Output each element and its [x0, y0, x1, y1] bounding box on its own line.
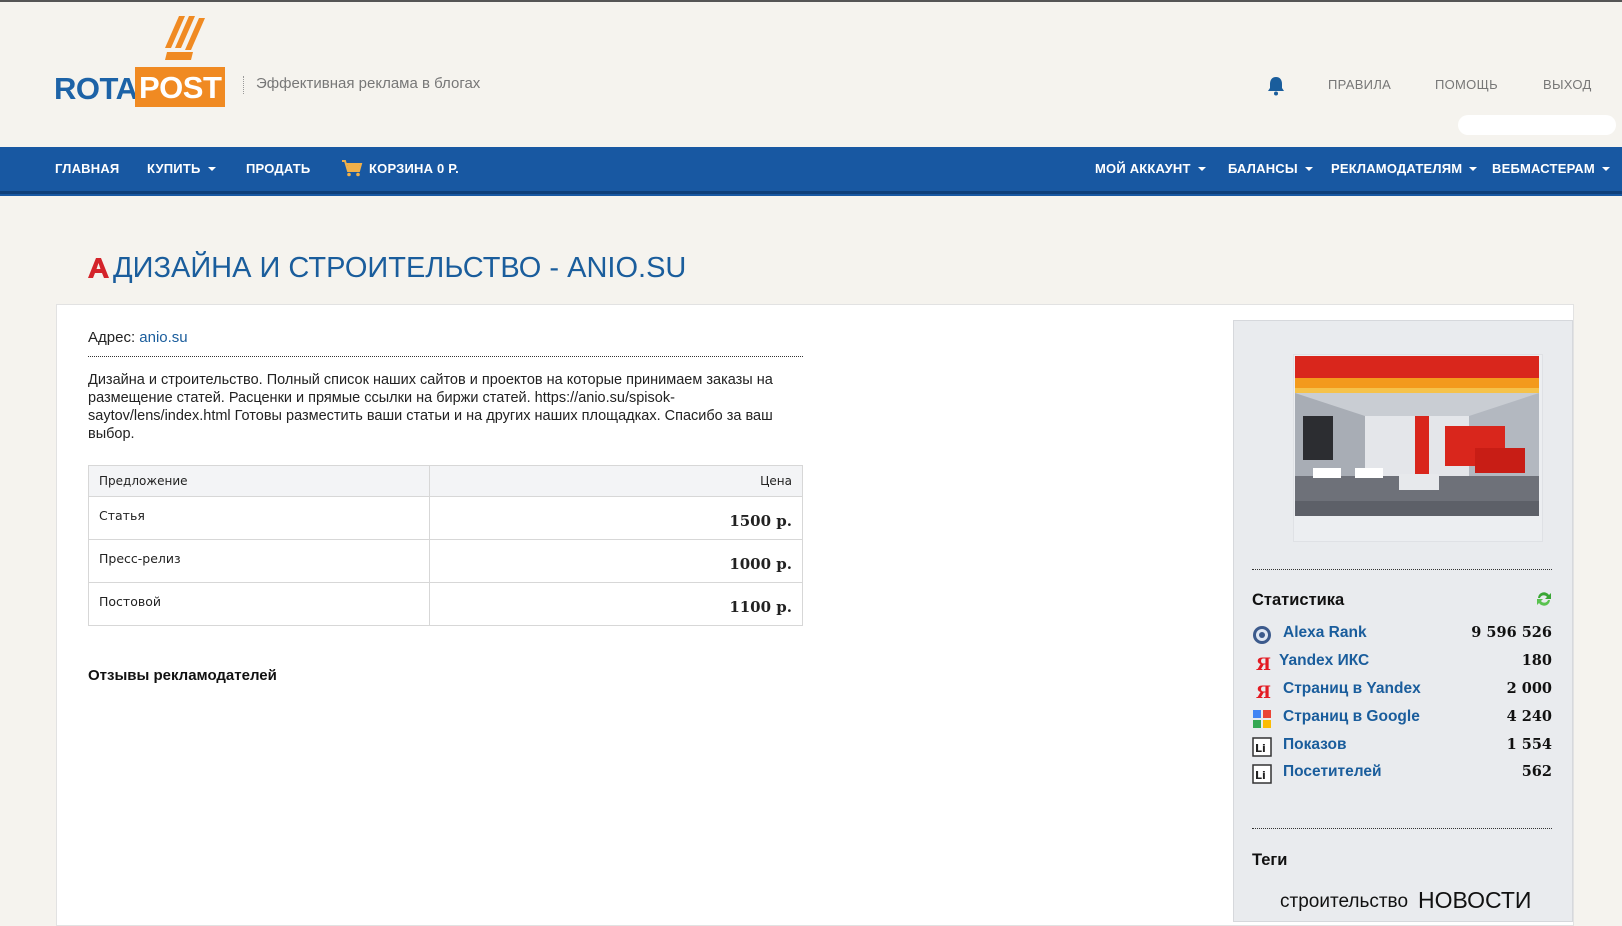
offer-price: 1100 р. — [429, 582, 803, 626]
nav-account[interactable]: МОЙ АККАУНТ — [1095, 147, 1206, 191]
stat-label[interactable]: Yandex ИКС — [1279, 652, 1369, 670]
stat-value: 2 000 — [1506, 680, 1552, 697]
stat-value: 180 — [1521, 652, 1552, 669]
tag-link[interactable]: НОВОСТИ — [1418, 887, 1531, 914]
stat-label[interactable]: Страниц в Google — [1283, 708, 1420, 726]
address-label: Адрес: — [88, 329, 136, 346]
stat-value: 562 — [1521, 763, 1552, 780]
stat-value: 4 240 — [1506, 708, 1552, 725]
pencil-logo-icon — [165, 16, 205, 60]
nav-sell-label: ПРОДАТЬ — [246, 161, 311, 176]
address-link[interactable]: anio.su — [139, 329, 187, 346]
stat-row-alexa: Alexa Rank 9 596 526 — [1252, 624, 1552, 646]
cart-icon — [342, 160, 363, 177]
tags-heading: Теги — [1252, 851, 1288, 869]
nav-balances-label: БАЛАНСЫ — [1228, 161, 1298, 176]
stat-label[interactable]: Alexa Rank — [1283, 624, 1367, 642]
caret-down-icon — [1469, 167, 1478, 171]
stat-row-yandex-pages: Я Страниц в Yandex 2 000 — [1252, 680, 1552, 702]
caret-down-icon — [1601, 167, 1610, 171]
liveinternet-icon: Li — [1252, 764, 1272, 784]
nav-balances[interactable]: БАЛАНСЫ — [1228, 147, 1313, 191]
svg-text:Li: Li — [1255, 742, 1266, 755]
offer-name: Статья — [88, 496, 430, 540]
page-title-text: ДИЗАЙНА И СТРОИТЕЛЬСТВО - ANIO.SU — [113, 252, 687, 284]
rules-link[interactable]: ПРАВИЛА — [1328, 77, 1391, 92]
main-nav: ГЛАВНАЯ КУПИТЬ ПРОДАТЬ КОРЗИНА 0 Р. МОЙ … — [0, 147, 1622, 194]
offer-price: 1500 р. — [429, 496, 803, 540]
site-screenshot-image — [1295, 356, 1539, 516]
caret-down-icon — [1304, 167, 1313, 171]
site-thumbnail[interactable] — [1295, 356, 1539, 516]
offer-price: 1000 р. — [429, 539, 803, 583]
stat-value: 1 554 — [1506, 736, 1552, 753]
nav-buy[interactable]: КУПИТЬ — [147, 147, 216, 191]
stat-label[interactable]: Показов — [1283, 736, 1347, 754]
price-column-header: Цена — [429, 465, 803, 497]
nav-home[interactable]: ГЛАВНАЯ — [55, 147, 119, 191]
caret-down-icon — [1197, 167, 1206, 171]
yandex-icon: Я — [1256, 683, 1271, 701]
offer-name: Постовой — [88, 582, 430, 626]
stat-row-views: Li Показов 1 554 — [1252, 736, 1552, 758]
caret-down-icon — [207, 167, 216, 171]
table-row[interactable]: Пресс-релиз 1000 р. — [88, 539, 803, 583]
liveinternet-icon: Li — [1252, 737, 1272, 757]
logo-text-post: POST — [135, 67, 226, 107]
header-decoration — [1458, 115, 1616, 135]
svg-text:Я: Я — [1256, 655, 1271, 673]
logout-link[interactable]: ВЫХОД — [1543, 77, 1592, 92]
nav-underline — [0, 194, 1622, 196]
nav-advertisers-label: РЕКЛАМОДАТЕЛЯМ — [1331, 161, 1463, 176]
table-row[interactable]: Статья 1500 р. — [88, 496, 803, 540]
top-border — [0, 0, 1622, 2]
offer-column-header: Предложение — [88, 465, 430, 497]
nav-webmasters[interactable]: ВЕБМАСТЕРАМ — [1492, 147, 1610, 191]
refresh-icon[interactable] — [1535, 590, 1553, 608]
nav-cart[interactable]: КОРЗИНА 0 Р. — [341, 147, 459, 191]
nav-webmasters-label: ВЕБМАСТЕРАМ — [1492, 161, 1595, 176]
logo-separator — [243, 76, 244, 94]
bell-icon[interactable] — [1267, 76, 1285, 96]
reviews-heading: Отзывы рекламодателей — [88, 667, 277, 684]
site-tagline: Эффективная реклама в блогах — [256, 75, 481, 92]
tag-link[interactable]: строительство — [1280, 891, 1408, 913]
rotapost-logo[interactable]: ROTA POST — [54, 10, 234, 107]
stats-heading: Статистика — [1252, 591, 1345, 609]
offer-name: Пресс-релиз — [88, 539, 430, 583]
stat-row-visitors: Li Посетителей 562 — [1252, 763, 1552, 785]
nav-buy-label: КУПИТЬ — [147, 161, 201, 176]
tags-divider — [1252, 828, 1552, 829]
logo-text-rota: ROTA — [54, 71, 138, 106]
stat-label[interactable]: Страниц в Yandex — [1283, 680, 1421, 698]
site-favicon-icon — [88, 258, 109, 278]
table-row[interactable]: Постовой 1100 р. — [88, 582, 803, 626]
offers-table: Предложение Цена Статья 1500 р. Пресс-ре… — [88, 465, 803, 626]
site-address: Адрес: anio.su — [88, 329, 188, 346]
stat-row-google-pages: Страниц в Google 4 240 — [1252, 708, 1552, 730]
nav-cart-label: КОРЗИНА 0 Р. — [369, 161, 459, 176]
yandex-icon: Я — [1256, 655, 1271, 673]
nav-advertisers[interactable]: РЕКЛАМОДАТЕЛЯМ — [1331, 147, 1478, 191]
nav-account-label: МОЙ АККАУНТ — [1095, 161, 1191, 176]
stat-value: 9 596 526 — [1471, 624, 1552, 641]
address-divider — [88, 356, 803, 357]
nav-sell[interactable]: ПРОДАТЬ — [246, 147, 310, 191]
google-icon — [1253, 710, 1271, 728]
help-link[interactable]: ПОМОЩЬ — [1435, 77, 1498, 92]
alexa-icon — [1253, 626, 1271, 644]
svg-text:Я: Я — [1256, 683, 1271, 701]
stat-row-yandex-iks: Я Yandex ИКС 180 — [1252, 652, 1552, 674]
site-description: Дизайна и строительство. Полный список н… — [88, 372, 773, 442]
svg-text:Li: Li — [1255, 769, 1266, 782]
stat-label[interactable]: Посетителей — [1283, 763, 1382, 781]
stats-divider — [1252, 569, 1552, 570]
nav-home-label: ГЛАВНАЯ — [55, 161, 120, 176]
